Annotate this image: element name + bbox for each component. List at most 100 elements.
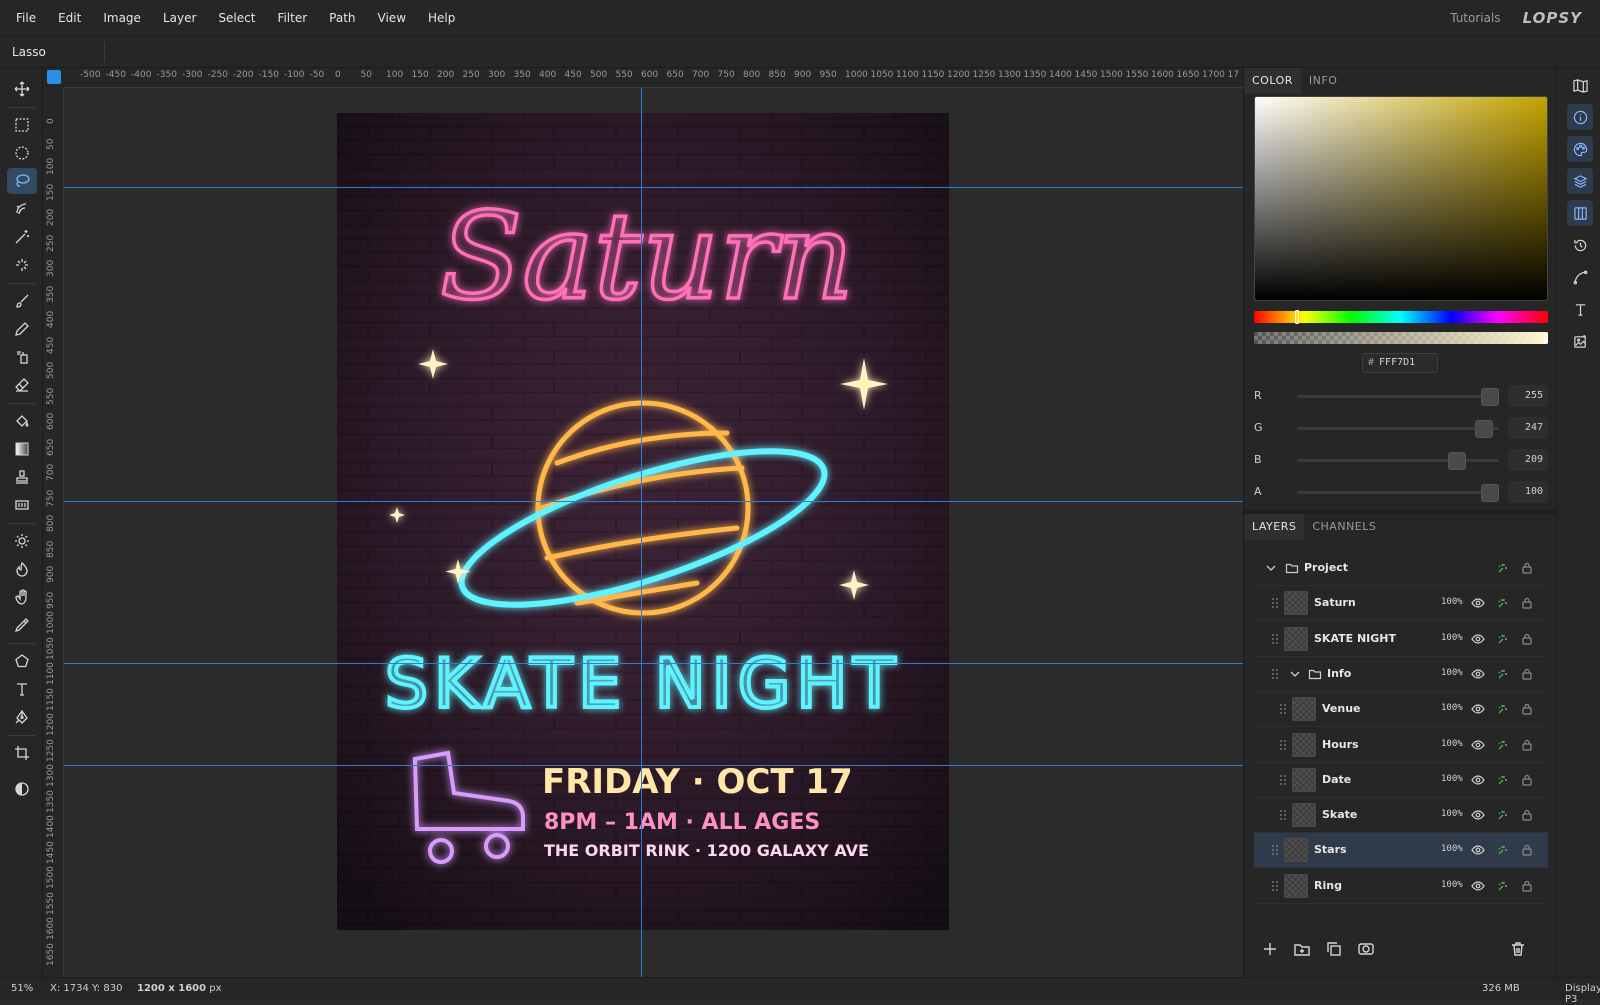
move-tool[interactable] [7, 76, 37, 102]
tab-info[interactable]: INFO [1301, 68, 1345, 94]
effects-icon[interactable] [1496, 773, 1510, 787]
lock-icon[interactable] [1520, 808, 1534, 822]
channel-slider[interactable] [1297, 484, 1499, 502]
ellipse-select-tool[interactable] [7, 140, 37, 166]
layer-row-skate[interactable]: Skate 100% [1254, 798, 1548, 834]
layer-row-info[interactable]: Info 100% [1254, 657, 1548, 692]
layer-name[interactable]: Hours [1322, 738, 1359, 751]
layer-mask-icon[interactable] [1357, 940, 1375, 958]
menu-view[interactable]: View [367, 0, 417, 36]
layer-name[interactable]: Skate [1322, 808, 1357, 821]
lasso-tool[interactable] [7, 168, 37, 194]
effects-icon[interactable] [1496, 879, 1510, 893]
trash-icon[interactable] [1509, 940, 1527, 958]
effects-icon[interactable] [1496, 808, 1510, 822]
layers-panel-button[interactable] [1567, 168, 1593, 194]
menu-path[interactable]: Path [318, 0, 366, 36]
drag-handle-icon[interactable] [1272, 880, 1278, 892]
drag-handle-icon[interactable] [1280, 704, 1286, 715]
clone-tool[interactable] [7, 344, 37, 370]
color-mode-tool[interactable] [7, 776, 37, 802]
brush-tool[interactable] [7, 288, 37, 314]
pattern-tool[interactable] [7, 492, 37, 518]
layers-list[interactable]: Project Saturn 100% SKATE NIGHT 100% Info 100%… [1254, 551, 1548, 913]
crop-tool[interactable] [7, 740, 37, 766]
guide-horizontal[interactable] [64, 663, 1243, 664]
eye-icon[interactable] [1471, 808, 1485, 822]
menu-help[interactable]: Help [417, 0, 466, 36]
color-panel-button[interactable] [1567, 136, 1593, 162]
color-picker-field[interactable] [1254, 96, 1548, 301]
layer-name[interactable]: SKATE NIGHT [1314, 632, 1396, 645]
effects-icon[interactable] [1496, 561, 1510, 575]
channel-slider[interactable] [1297, 388, 1499, 406]
layer-row-ring[interactable]: Ring 100% [1254, 869, 1548, 904]
channel-slider-thumb[interactable] [1475, 420, 1494, 438]
pencil-tool[interactable] [7, 316, 37, 342]
quick-select-tool[interactable] [7, 196, 37, 222]
effects-icon[interactable] [1496, 702, 1510, 716]
layer-name[interactable]: Stars [1314, 843, 1347, 856]
image-adjust-button[interactable] [1567, 328, 1593, 354]
ruler-corner[interactable] [43, 68, 64, 88]
add-layer-icon[interactable] [1261, 940, 1279, 958]
channel-slider[interactable] [1297, 420, 1499, 438]
guide-vertical[interactable] [641, 88, 642, 977]
eye-icon[interactable] [1471, 632, 1485, 646]
channel-slider-thumb[interactable] [1481, 484, 1499, 502]
channel-value-input[interactable]: 209 [1508, 449, 1548, 471]
burn-tool[interactable] [7, 556, 37, 582]
rect-select-tool[interactable] [7, 112, 37, 138]
effects-icon[interactable] [1496, 667, 1510, 681]
layer-row-venue[interactable]: Venue 100% [1254, 692, 1548, 728]
smudge-tool[interactable] [7, 584, 37, 610]
layer-row-stars[interactable]: Stars 100% [1254, 833, 1548, 869]
channel-slider[interactable] [1297, 452, 1499, 470]
hex-input[interactable]: # FFF7D1 [1362, 353, 1438, 373]
info-button[interactable] [1567, 104, 1593, 130]
guide-horizontal[interactable] [64, 501, 1243, 502]
lock-icon[interactable] [1520, 596, 1534, 610]
shape-tool[interactable] [7, 648, 37, 674]
menu-layer[interactable]: Layer [152, 0, 207, 36]
spot-heal-tool[interactable] [7, 252, 37, 278]
channel-slider-thumb[interactable] [1447, 452, 1466, 470]
text-tool[interactable] [7, 676, 37, 702]
menu-image[interactable]: Image [92, 0, 152, 36]
lock-icon[interactable] [1520, 843, 1534, 857]
tutorials-link[interactable]: Tutorials [1450, 11, 1500, 25]
lock-icon[interactable] [1520, 879, 1534, 893]
eye-icon[interactable] [1471, 738, 1485, 752]
channels-panel-button[interactable] [1567, 200, 1593, 226]
layer-name[interactable]: Saturn [1314, 596, 1356, 609]
layer-row-date[interactable]: Date 100% [1254, 763, 1548, 798]
duplicate-layer-icon[interactable] [1325, 940, 1343, 958]
dodge-tool[interactable] [7, 528, 37, 554]
channel-value-input[interactable]: 100 [1508, 481, 1548, 503]
layer-name[interactable]: Venue [1322, 702, 1361, 715]
drag-handle-icon[interactable] [1272, 633, 1278, 645]
tab-color[interactable]: COLOR [1244, 68, 1301, 94]
eye-icon[interactable] [1471, 596, 1485, 610]
alpha-slider-thumb[interactable] [1544, 332, 1548, 344]
history-button[interactable] [1567, 232, 1593, 258]
vertical-ruler[interactable]: 0 50 100 150 200 250 300 350 400 450 500 550 600 650 7… [43, 88, 64, 977]
channel-value-input[interactable]: 247 [1508, 417, 1548, 439]
layer-row-saturn[interactable]: Saturn 100% [1254, 586, 1548, 622]
guide-horizontal[interactable] [64, 187, 1243, 188]
guide-horizontal[interactable] [64, 765, 1243, 766]
channel-slider-thumb[interactable] [1481, 388, 1499, 406]
lock-icon[interactable] [1520, 667, 1534, 681]
menu-filter[interactable]: Filter [266, 0, 318, 36]
color-picker-tool[interactable] [7, 612, 37, 638]
lock-icon[interactable] [1520, 632, 1534, 646]
eye-icon[interactable] [1471, 843, 1485, 857]
lock-icon[interactable] [1520, 702, 1534, 716]
magic-wand-tool[interactable] [7, 224, 37, 250]
drag-handle-icon[interactable] [1272, 598, 1278, 609]
chevron-down-icon[interactable] [1288, 667, 1302, 681]
menu-select[interactable]: Select [207, 0, 266, 36]
drag-handle-icon[interactable] [1280, 739, 1286, 751]
gradient-tool[interactable] [7, 436, 37, 462]
eye-icon[interactable] [1471, 879, 1485, 893]
